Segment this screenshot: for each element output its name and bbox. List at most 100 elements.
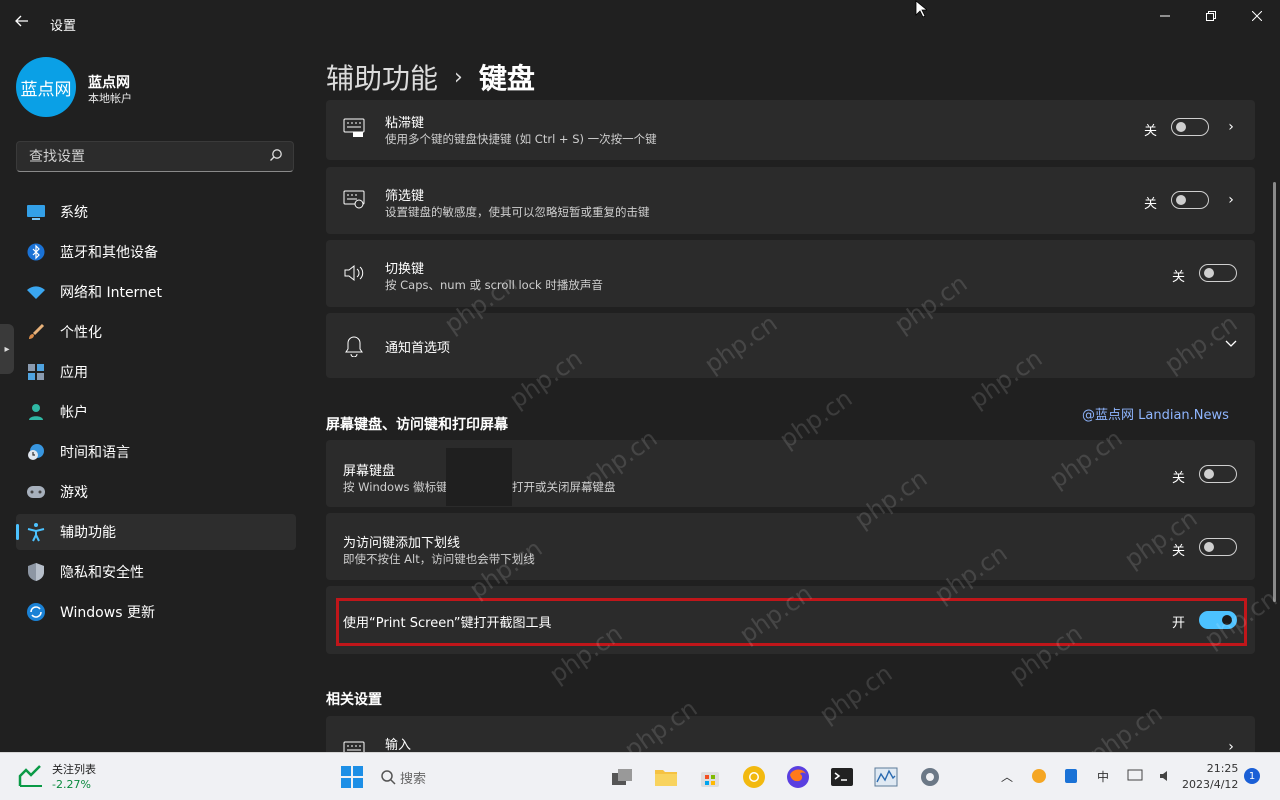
input-settings-title: 输入	[385, 738, 412, 752]
chrome-button[interactable]	[738, 761, 770, 793]
sidebar-item-accounts[interactable]: 帐户	[16, 394, 296, 430]
sidebar-item-privacy[interactable]: 隐私和安全性	[16, 554, 296, 590]
close-icon	[1252, 11, 1262, 21]
breadcrumb: 辅助功能 › 键盘	[326, 57, 535, 97]
stock-widget-name[interactable]: 关注列表	[52, 761, 96, 777]
sidebar-item-label: 帐户	[60, 405, 88, 421]
sidebar-item-gaming[interactable]: 游戏	[16, 474, 296, 510]
file-explorer-button[interactable]	[650, 761, 682, 793]
avatar[interactable]: 蓝点网	[16, 57, 76, 117]
notification-badge[interactable]: 1	[1244, 768, 1260, 784]
sidebar-item-windows-update[interactable]: Windows 更新	[16, 594, 296, 630]
start-button[interactable]	[336, 761, 368, 793]
person-icon	[25, 401, 47, 423]
page-title: 键盘	[478, 62, 535, 95]
taskbar-search-icon[interactable]	[380, 769, 396, 785]
sticky-keys-toggle[interactable]	[1171, 118, 1209, 136]
search-input[interactable]	[27, 148, 261, 166]
underline-access-keys-toggle[interactable]	[1199, 538, 1237, 556]
search-icon[interactable]	[269, 148, 283, 162]
input-settings-card[interactable]: 输入 ›	[326, 716, 1255, 752]
toggle-keys-toggle[interactable]	[1199, 264, 1237, 282]
breadcrumb-parent[interactable]: 辅助功能	[326, 57, 438, 97]
sidebar-item-time-language[interactable]: 时间和语言	[16, 434, 296, 470]
chevron-right-icon[interactable]: ›	[1224, 119, 1238, 135]
notification-preferences-title: 通知首选项	[385, 341, 451, 356]
credit-label: @蓝点网 Landian.News	[1082, 408, 1229, 423]
chevron-right-icon: ▸	[4, 343, 10, 355]
sidebar-item-accessibility[interactable]: 辅助功能	[16, 514, 296, 550]
redaction-box	[446, 448, 512, 506]
network-icon[interactable]	[1126, 767, 1144, 785]
onscreen-keyboard-toggle[interactable]	[1199, 465, 1237, 483]
wifi-icon	[25, 281, 47, 303]
sidebar-item-label: 蓝牙和其他设备	[60, 245, 158, 261]
sidebar-item-label: 应用	[60, 365, 88, 381]
window-controls	[1142, 0, 1280, 32]
settings-app-button[interactable]	[914, 761, 946, 793]
tray-app-icon[interactable]	[1030, 767, 1048, 785]
scrollbar[interactable]	[1273, 182, 1276, 602]
resource-monitor-button[interactable]	[870, 761, 902, 793]
firefox-button[interactable]	[782, 761, 814, 793]
sticky-keys-desc: 使用多个键的键盘快捷键 (如 Ctrl + S) 一次按一个键	[385, 132, 657, 146]
underline-access-keys-state: 关	[1172, 544, 1186, 559]
back-button[interactable]	[14, 13, 34, 33]
toggle-keys-card[interactable]: 切换键 按 Caps、num 或 scroll lock 时播放声音 关	[326, 240, 1255, 307]
keyboard-sticky-icon	[343, 117, 365, 139]
sidebar-item-system[interactable]: 系统	[16, 194, 296, 230]
search-box[interactable]	[16, 141, 294, 172]
terminal-icon	[831, 768, 854, 786]
underline-access-keys-card[interactable]: 为访问键添加下划线 即使不按住 Alt，访问键也会带下划线 关	[326, 513, 1255, 580]
toggle-keys-title: 切换键	[385, 262, 425, 277]
performance-monitor-icon	[874, 767, 898, 787]
underline-access-keys-desc: 即使不按住 Alt，访问键也会带下划线	[343, 552, 535, 566]
toggle-knob	[1176, 122, 1186, 132]
minimize-button[interactable]	[1142, 0, 1188, 32]
browser-icon	[743, 766, 766, 788]
clock-globe-icon	[25, 441, 47, 463]
chevron-down-icon[interactable]	[1224, 337, 1238, 351]
volume-icon[interactable]	[1158, 767, 1176, 785]
bluetooth-tray-icon[interactable]	[1062, 767, 1080, 785]
terminal-button[interactable]	[826, 761, 858, 793]
store-icon	[701, 772, 720, 787]
onscreen-keyboard-desc-a: 按 Windows 徽标键	[343, 480, 448, 494]
sidebar-item-apps[interactable]: 应用	[16, 354, 296, 390]
monitor-icon	[25, 201, 47, 223]
user-name: 蓝点网	[88, 75, 130, 91]
taskbar-clock[interactable]: 21:25 2023/4/12	[1182, 761, 1238, 793]
avatar-text: 蓝点网	[20, 79, 72, 100]
user-account-type: 本地帐户	[88, 92, 132, 105]
chevron-right-icon[interactable]: ›	[1224, 739, 1238, 752]
sidebar-item-bluetooth[interactable]: 蓝牙和其他设备	[16, 234, 296, 270]
task-view-button[interactable]	[606, 761, 638, 793]
side-drawer-handle[interactable]: ▸	[0, 324, 14, 374]
close-button[interactable]	[1234, 0, 1280, 32]
store-button[interactable]	[694, 761, 726, 793]
input-method-indicator[interactable]: 中	[1094, 767, 1112, 785]
toggle-knob	[1204, 542, 1214, 552]
system-tray: ︿ 中	[998, 767, 1190, 785]
nav-list: 系统 蓝牙和其他设备 网络和 Internet 个性化 应用 帐户 时间和语言	[16, 194, 296, 634]
section-heading-related: 相关设置	[326, 692, 382, 708]
gamepad-icon	[25, 481, 47, 503]
sidebar-item-personalization[interactable]: 个性化	[16, 314, 296, 350]
chevron-up-icon[interactable]: ︿	[998, 767, 1016, 785]
filter-keys-card[interactable]: 筛选键 设置键盘的敏感度，使其可以忽略短暂或重复的击键 关 ›	[326, 167, 1255, 234]
accessibility-icon	[25, 521, 47, 543]
sticky-keys-card[interactable]: 粘滞键 使用多个键的键盘快捷键 (如 Ctrl + S) 一次按一个键 关 ›	[326, 100, 1255, 160]
sidebar-item-network[interactable]: 网络和 Internet	[16, 274, 296, 310]
onscreen-keyboard-desc-b: 打开或关闭屏幕键盘	[512, 480, 616, 494]
toggle-keys-state: 关	[1172, 270, 1186, 285]
chevron-right-icon[interactable]: ›	[1224, 192, 1238, 208]
restore-button[interactable]	[1188, 0, 1234, 32]
taskbar-search-label[interactable]: 搜索	[400, 768, 426, 787]
stock-chart-icon[interactable]	[18, 762, 44, 788]
clock-time: 21:25	[1206, 762, 1239, 775]
filter-keys-toggle[interactable]	[1171, 191, 1209, 209]
sidebar-item-label: 辅助功能	[60, 525, 116, 541]
notification-preferences-card[interactable]: 通知首选项	[326, 313, 1255, 378]
filter-keys-title: 筛选键	[385, 189, 425, 204]
sidebar-item-label: 隐私和安全性	[60, 565, 144, 581]
